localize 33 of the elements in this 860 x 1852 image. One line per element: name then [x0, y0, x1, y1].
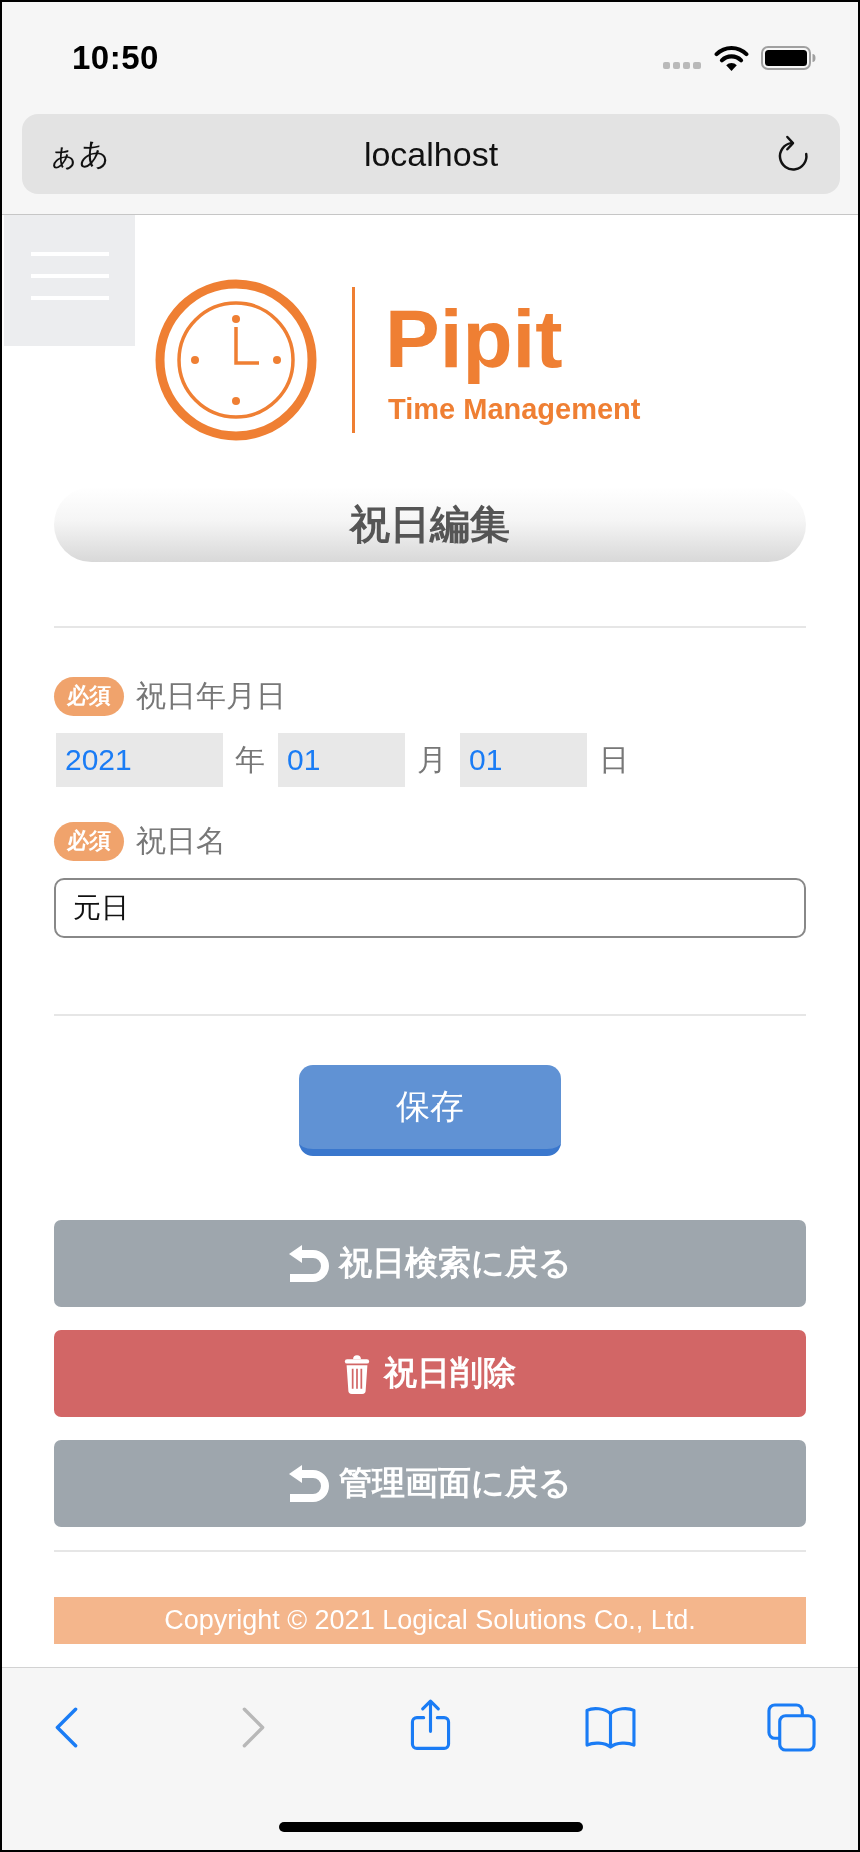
year-field[interactable]: 2021 — [56, 733, 223, 787]
required-badge: 必須 — [54, 821, 124, 861]
logo-tagline: Time Management — [388, 394, 641, 426]
url-text: localhost — [363, 134, 499, 174]
trash-icon — [344, 1353, 370, 1394]
wifi-icon — [714, 45, 749, 71]
battery-icon — [761, 46, 816, 70]
back-chevron-icon[interactable] — [55, 1706, 78, 1748]
return-arrow-icon — [288, 1245, 329, 1282]
signal-icon — [663, 61, 701, 69]
share-icon[interactable] — [410, 1697, 451, 1751]
return-arrow-icon — [288, 1465, 329, 1502]
text-size-button[interactable]: ぁあ — [48, 133, 110, 175]
field-label: 祝日名 — [136, 822, 226, 859]
book-icon[interactable] — [585, 1705, 636, 1749]
required-badge: 必須 — [54, 676, 124, 716]
back-button[interactable]: 祝日検索に戻る — [54, 1220, 806, 1307]
date-unit-label: 日 — [599, 741, 629, 778]
reload-icon[interactable] — [776, 135, 810, 173]
address-bar[interactable]: ぁあ localhost — [22, 114, 840, 194]
tabs-icon[interactable] — [767, 1702, 816, 1752]
month-field[interactable]: 01 — [278, 733, 405, 787]
back-button[interactable]: 管理画面に戻る — [54, 1440, 806, 1527]
copyright-bar: Copyright © 2021 Logical Solutions Co., Ltd. — [54, 1597, 806, 1644]
holiday-name-field[interactable]: 元日 — [54, 878, 806, 938]
status-time: 10:50 — [72, 39, 159, 77]
clock-logo-icon — [155, 279, 317, 441]
delete-button[interactable]: 祝日削除 — [54, 1330, 806, 1417]
save-button[interactable]: 保存 — [299, 1065, 561, 1156]
date-unit-label: 月 — [417, 741, 447, 778]
day-field[interactable]: 01 — [460, 733, 587, 787]
field-label: 祝日年月日 — [136, 677, 286, 714]
date-unit-label: 年 — [235, 741, 265, 778]
